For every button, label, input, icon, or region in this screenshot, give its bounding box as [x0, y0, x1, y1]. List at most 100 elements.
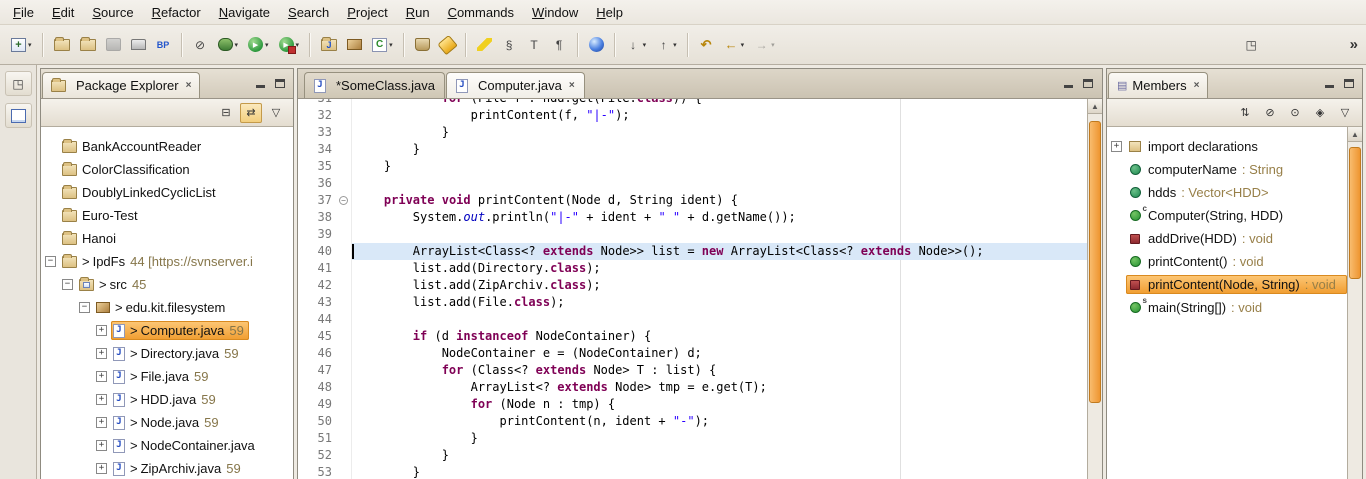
code-line[interactable]: 33 } — [298, 124, 1087, 141]
code-line[interactable]: 41 list.add(Directory.class); — [298, 260, 1087, 277]
last-edit-location-button[interactable]: ↶ — [694, 32, 719, 58]
code-line[interactable]: 40 ArrayList<Class<? extends Node>> list… — [298, 243, 1087, 260]
code-line[interactable]: 42 list.add(ZipArchiv.class); — [298, 277, 1087, 294]
members-tab[interactable]: ▤ Members × — [1108, 72, 1208, 98]
code-line[interactable]: 51 } — [298, 430, 1087, 447]
view-menu-icon[interactable]: ▽ — [1334, 103, 1356, 123]
code-line[interactable]: 32 printContent(f, "|-"); — [298, 107, 1087, 124]
code-line[interactable]: 31 for (File f : hdd.get(File.class)) { — [298, 99, 1087, 107]
menu-help[interactable]: Help — [587, 2, 632, 23]
toolbar-overflow-chevron[interactable]: » — [1350, 36, 1358, 53]
tree-item[interactable]: +J>Directory.java59 — [41, 342, 293, 365]
debug-button[interactable]: ▾ — [213, 32, 244, 58]
editor-tab[interactable]: JComputer.java× — [446, 72, 585, 98]
expander-plus-icon[interactable]: + — [96, 463, 107, 474]
tree-item[interactable]: +J>Computer.java59 — [41, 319, 293, 342]
menu-navigate[interactable]: Navigate — [210, 2, 279, 23]
close-icon[interactable]: × — [1194, 80, 1200, 91]
tree-item[interactable]: BankAccountReader — [41, 135, 293, 158]
new-package-button[interactable] — [342, 32, 367, 58]
dropdown-arrow-icon[interactable]: ▾ — [673, 41, 677, 49]
code-line[interactable]: 48 ArrayList<? extends Node> tmp = e.get… — [298, 379, 1087, 396]
search-button[interactable] — [435, 32, 460, 58]
code-line[interactable]: 35 } — [298, 158, 1087, 175]
dropdown-arrow-icon[interactable]: ▾ — [235, 41, 239, 49]
restore-fast-view-button[interactable]: ◳ — [5, 71, 32, 96]
menu-window[interactable]: Window — [523, 2, 587, 23]
new-class-button[interactable]: C▾ — [367, 32, 398, 58]
code-line[interactable]: 45 if (d instanceof NodeContainer) { — [298, 328, 1087, 345]
menu-project[interactable]: Project — [338, 2, 396, 23]
tree-item[interactable]: −>src45 — [41, 273, 293, 296]
minimize-button[interactable] — [1320, 76, 1338, 94]
tree-item[interactable]: −>IpdFs44 [https://svnserver.i — [41, 250, 293, 273]
code-line[interactable]: 36 — [298, 175, 1087, 192]
code-line[interactable]: 44 — [298, 311, 1087, 328]
expander-minus-icon[interactable]: − — [45, 256, 56, 267]
members-scrollbar[interactable]: ▲ — [1347, 127, 1362, 479]
expander-plus-icon[interactable]: + — [96, 371, 107, 382]
mark-occurrences-button[interactable] — [472, 32, 497, 58]
open-folder-button[interactable] — [49, 32, 75, 58]
code-line[interactable]: 43 list.add(File.class); — [298, 294, 1087, 311]
menu-file[interactable]: File — [4, 2, 43, 23]
tree-item[interactable]: Euro-Test — [41, 204, 293, 227]
maximize-button[interactable] — [1340, 76, 1358, 94]
format-button[interactable]: T — [522, 32, 547, 58]
perspective-button[interactable]: ◳ — [1239, 32, 1264, 58]
close-icon[interactable]: × — [569, 80, 575, 91]
scrollbar-thumb[interactable] — [1349, 147, 1361, 279]
forward-button[interactable]: →▾ — [749, 32, 780, 58]
link-with-editor-icon[interactable]: ⇄ — [240, 103, 262, 123]
code-viewport[interactable]: 31 for (File f : hdd.get(File.class)) {3… — [298, 99, 1087, 479]
code-line[interactable]: 47 for (Class<? extends Node> T : list) … — [298, 362, 1087, 379]
fold-collapse-icon[interactable]: − — [339, 196, 348, 205]
dropdown-arrow-icon[interactable]: ▾ — [389, 41, 393, 49]
minimize-button[interactable] — [251, 76, 269, 94]
tree-item[interactable]: +J>NodeContainer.java — [41, 434, 293, 457]
tree-item[interactable]: Hanoi — [41, 227, 293, 250]
expander-plus-icon[interactable]: + — [96, 394, 107, 405]
code-line[interactable]: 38 System.out.println("|-" + ident + " "… — [298, 209, 1087, 226]
maximize-button[interactable] — [271, 76, 289, 94]
package-explorer-tab[interactable]: Package Explorer × — [42, 72, 200, 98]
code-line[interactable]: 52 } — [298, 447, 1087, 464]
tree-item[interactable]: DoublyLinkedCyclicList — [41, 181, 293, 204]
member-item[interactable]: printContent(Node, String): void — [1107, 273, 1347, 296]
member-item[interactable]: +import declarations — [1107, 135, 1347, 158]
skip-breakpoints-button[interactable]: ⊘ — [188, 32, 213, 58]
new-wizard-button[interactable]: +▾ — [6, 32, 37, 58]
tree-item[interactable]: +J>Node.java59 — [41, 411, 293, 434]
tree-item[interactable]: +J>ZipArchiv.java59 — [41, 457, 293, 479]
menu-edit[interactable]: Edit — [43, 2, 83, 23]
minimize-button[interactable] — [1059, 76, 1077, 94]
expander-minus-icon[interactable]: − — [79, 302, 90, 313]
member-item[interactable]: smain(String[]): void — [1107, 296, 1347, 319]
expander-plus-icon[interactable]: + — [96, 325, 107, 336]
hide-non-public-icon[interactable]: ◈ — [1309, 103, 1331, 123]
dropdown-arrow-icon[interactable]: ▾ — [643, 41, 647, 49]
editor-tab[interactable]: J*SomeClass.java — [304, 72, 445, 98]
menu-refactor[interactable]: Refactor — [143, 2, 210, 23]
expander-minus-icon[interactable]: − — [62, 279, 73, 290]
maximize-button[interactable] — [1079, 76, 1097, 94]
expander-plus-icon[interactable]: + — [1111, 141, 1122, 152]
show-whitespace-button[interactable]: ¶ — [547, 32, 572, 58]
export-jar-button[interactable] — [410, 32, 435, 58]
menu-source[interactable]: Source — [83, 2, 142, 23]
sort-icon[interactable]: ⇅ — [1234, 103, 1256, 123]
code-line[interactable]: 50 printContent(n, ident + "-"); — [298, 413, 1087, 430]
dropdown-arrow-icon[interactable]: ▾ — [296, 41, 300, 49]
scroll-up-icon[interactable]: ▲ — [1088, 99, 1102, 114]
menu-search[interactable]: Search — [279, 2, 338, 23]
code-line[interactable]: 39 — [298, 226, 1087, 243]
previous-annotation-button[interactable]: ↑▾ — [651, 32, 682, 58]
new-java-project-button[interactable]: J — [316, 32, 342, 58]
member-item[interactable]: printContent(): void — [1107, 250, 1347, 273]
breakpoints-view-button[interactable]: BP — [151, 32, 176, 58]
tree-item[interactable]: −>edu.kit.filesystem — [41, 296, 293, 319]
expander-plus-icon[interactable]: + — [96, 417, 107, 428]
scroll-up-icon[interactable]: ▲ — [1348, 127, 1362, 142]
menu-run[interactable]: Run — [397, 2, 439, 23]
web-browser-button[interactable] — [584, 32, 609, 58]
